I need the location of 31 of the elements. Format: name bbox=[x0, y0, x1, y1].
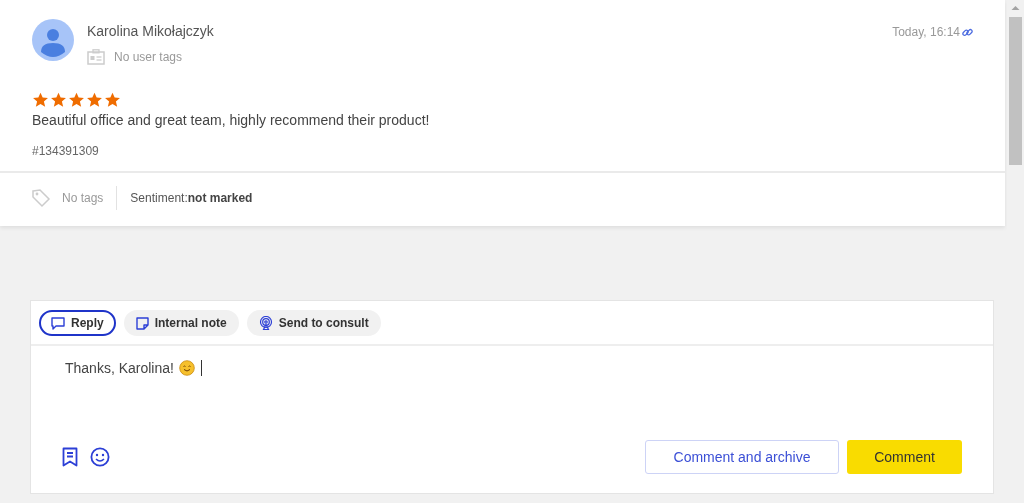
reply-field[interactable]: Thanks, Karolina! bbox=[31, 346, 993, 390]
author-name: Karolina Mikołajczyk bbox=[87, 23, 214, 39]
review-id: #134391309 bbox=[32, 144, 99, 158]
text-cursor bbox=[200, 360, 202, 376]
review-time: Today, 16:14 bbox=[892, 25, 960, 39]
tag-icon bbox=[31, 188, 51, 208]
star-icon bbox=[32, 92, 49, 108]
emoji-icon[interactable] bbox=[90, 447, 110, 467]
tags-label: No tags bbox=[62, 191, 104, 205]
sentiment-label: Sentiment:not marked bbox=[130, 191, 253, 205]
composer-tab[interactable]: Send to consult bbox=[246, 310, 381, 336]
smiling-face-icon bbox=[178, 360, 195, 376]
reply-text: Thanks, Karolina! bbox=[65, 360, 174, 376]
speech-bubble-icon bbox=[51, 316, 65, 330]
note-icon bbox=[135, 316, 149, 330]
broadcast-icon bbox=[258, 316, 273, 330]
comment-button[interactable]: Comment bbox=[847, 440, 962, 474]
composer-tab[interactable]: Reply bbox=[39, 310, 116, 336]
star-icon bbox=[50, 92, 67, 108]
comment-archive-button[interactable]: Comment and archive bbox=[645, 440, 839, 474]
bookmark-icon[interactable] bbox=[62, 447, 78, 467]
star-icon bbox=[104, 92, 121, 108]
avatar-icon bbox=[32, 19, 74, 61]
composer-tab[interactable]: Internal note bbox=[123, 310, 239, 336]
star-icon bbox=[86, 92, 103, 108]
scrollbar-thumb[interactable] bbox=[1009, 17, 1022, 165]
star-icon bbox=[68, 92, 85, 108]
link-icon bbox=[962, 26, 973, 38]
review-text: Beautiful office and great team, highly recommend their product! bbox=[32, 112, 431, 128]
user-tags-label: No user tags bbox=[114, 50, 183, 64]
id-card-icon bbox=[87, 49, 105, 65]
